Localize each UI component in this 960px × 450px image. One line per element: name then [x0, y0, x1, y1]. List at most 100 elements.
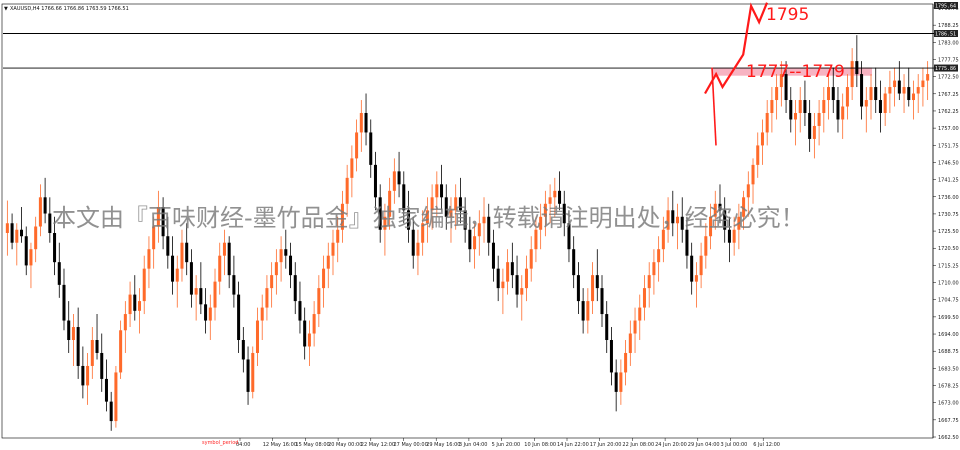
x-tick-label: 5 Jun 20:00 [492, 442, 521, 448]
candle-body [369, 132, 373, 165]
candle-body [76, 327, 80, 366]
candle-body [831, 87, 835, 101]
candle-body [916, 87, 920, 94]
candle-body [534, 229, 538, 250]
candle-body [586, 301, 590, 321]
candle-body [515, 275, 519, 295]
support-annotation: 1777--1779 [746, 62, 845, 82]
candle-body [789, 100, 793, 120]
candle-body [166, 236, 170, 256]
candle-body [53, 232, 57, 263]
candle-body [524, 268, 529, 289]
candle-body [81, 365, 85, 386]
x-tick-label: 10 Jun 08:00 [524, 442, 556, 448]
candle-body [501, 281, 505, 289]
candle-body [803, 100, 807, 113]
candle-body [114, 372, 118, 422]
candle-body [652, 262, 656, 276]
candle-body [185, 242, 189, 263]
candle-body [548, 197, 552, 204]
candle-body [90, 340, 94, 366]
candle-body [751, 164, 755, 185]
candle-body [628, 333, 632, 353]
y-tick-label: 1694.00 [938, 332, 959, 338]
x-tick-label: 12 May 16:00 [263, 442, 297, 448]
candle-body [317, 288, 321, 315]
candle-body [638, 307, 642, 321]
symbol-mark: ▼ [4, 6, 8, 12]
candle-body [289, 255, 293, 276]
candle-body [359, 112, 363, 133]
price-level-tag-label: 1795.64 [935, 4, 956, 10]
y-tick-label: 1730.75 [938, 212, 959, 218]
candle-body [793, 112, 798, 120]
x-tick-label: 6 Jul 12:00 [753, 442, 780, 448]
watermark: 本文由『百味财经-墨竹品金』独家编辑，转载请注明出处，经盗必究！ [52, 204, 805, 232]
candle-body [812, 125, 816, 139]
x-tick-label: 29 May 16:00 [426, 442, 460, 448]
candle-body [699, 255, 703, 276]
candle-body [95, 340, 99, 353]
candle-body [694, 275, 698, 282]
candle-body [345, 177, 349, 204]
candle-body [520, 288, 524, 295]
candle-body [642, 288, 646, 308]
candle-body [416, 242, 420, 256]
y-tick-label: 1683.50 [938, 366, 959, 372]
candle-body [189, 262, 193, 295]
candle-body [274, 262, 278, 276]
y-tick-label: 1699.50 [938, 315, 959, 321]
candle-body [142, 268, 146, 302]
candle-body [760, 132, 764, 146]
candle-body [326, 255, 330, 269]
y-tick-label: 1783.00 [938, 40, 959, 46]
x-tick-label: 3 Jul 00:00 [721, 442, 748, 448]
y-tick-label: 1710.00 [938, 281, 959, 287]
candle-body [350, 158, 354, 178]
price-level-tag-label: 1775.86 [935, 66, 956, 72]
candle-body [817, 112, 821, 126]
candle-body [893, 80, 897, 88]
x-tick-label: 20 May 00:00 [328, 442, 362, 448]
candle-body [506, 262, 510, 282]
candle-body [746, 184, 750, 198]
y-axis: 1793.751788.251783.001777.751772.501767.… [932, 2, 959, 441]
candle-body [62, 284, 66, 321]
candle-body [576, 275, 580, 302]
candle-body [284, 249, 288, 256]
candle-body [303, 320, 307, 347]
candle-body [171, 255, 175, 282]
candle-body [86, 365, 90, 386]
candle-body [822, 100, 826, 113]
y-tick-label: 1736.00 [938, 195, 959, 201]
candle-body [67, 320, 71, 341]
candle-body [128, 294, 132, 315]
candle-body [331, 242, 335, 256]
x-tick-label: 22 May 12:00 [361, 442, 395, 448]
candle-body [355, 132, 359, 159]
candle-body [591, 275, 595, 302]
y-tick-label: 1704.75 [938, 298, 959, 304]
y-tick-label: 1667.75 [938, 418, 959, 424]
candle-body [175, 268, 179, 282]
candle-body [255, 320, 259, 353]
candle-body [661, 229, 665, 250]
candle-body [232, 275, 236, 295]
y-tick-label: 1788.25 [938, 23, 959, 29]
candle-body [133, 294, 137, 311]
y-tick-label: 1720.50 [938, 246, 959, 252]
candle-body [595, 275, 599, 289]
candle-body [373, 164, 377, 198]
candle-body [600, 288, 604, 315]
y-tick-label: 1725.50 [938, 229, 959, 235]
candle-body [836, 100, 840, 120]
x-tick-label: 22 Jun 08:00 [622, 442, 654, 448]
y-tick-label: 1751.75 [938, 143, 959, 149]
candle-body [218, 255, 222, 282]
candle-body [109, 401, 113, 422]
candle-body [260, 307, 264, 321]
candle-body [10, 223, 14, 243]
candle-body [194, 288, 198, 295]
candle-body [392, 171, 396, 191]
candle-body [48, 213, 52, 233]
